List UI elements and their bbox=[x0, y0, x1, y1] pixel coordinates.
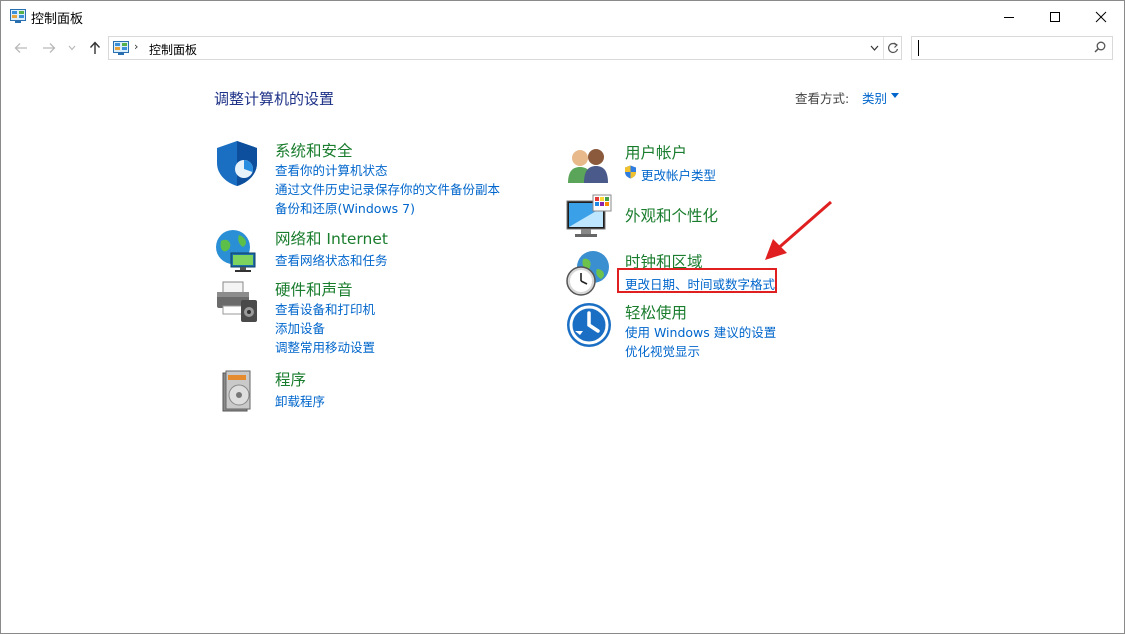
link-backup-restore[interactable]: 备份和还原(Windows 7) bbox=[275, 198, 415, 217]
breadcrumb-separator-icon[interactable]: › bbox=[134, 40, 138, 53]
back-button[interactable] bbox=[11, 39, 31, 57]
users-icon[interactable] bbox=[563, 141, 611, 189]
printer-icon[interactable] bbox=[213, 278, 261, 326]
maximize-button[interactable] bbox=[1032, 1, 1078, 32]
link-network-status[interactable]: 查看网络状态和任务 bbox=[275, 250, 388, 269]
link-optimize-visual-display[interactable]: 优化视觉显示 bbox=[625, 341, 700, 360]
link-change-account-type[interactable]: 更改帐户类型 bbox=[641, 165, 716, 184]
title-bar: 控制面板 bbox=[1, 1, 1124, 32]
address-dropdown-button[interactable] bbox=[866, 37, 882, 59]
navigation-bar: › 控制面板 bbox=[1, 35, 1124, 61]
forward-button[interactable] bbox=[39, 39, 59, 57]
category-title-system-security[interactable]: 系统和安全 bbox=[275, 139, 353, 161]
address-bar[interactable]: › 控制面板 bbox=[108, 36, 902, 60]
link-view-computer-status[interactable]: 查看你的计算机状态 bbox=[275, 160, 388, 179]
page-heading: 调整计算机的设置 bbox=[214, 90, 335, 108]
globe-network-icon[interactable] bbox=[213, 227, 261, 275]
breadcrumb-control-panel[interactable]: 控制面板 bbox=[149, 41, 197, 58]
link-windows-suggested-settings[interactable]: 使用 Windows 建议的设置 bbox=[625, 322, 776, 341]
search-box[interactable] bbox=[911, 36, 1113, 60]
link-uninstall-program[interactable]: 卸载程序 bbox=[275, 391, 325, 410]
view-by-dropdown[interactable]: 类别 bbox=[862, 88, 887, 107]
up-arrow-icon bbox=[89, 41, 101, 54]
control-panel-icon bbox=[113, 41, 129, 55]
annotation-highlight-box bbox=[617, 268, 777, 293]
view-by-caret-icon[interactable] bbox=[891, 93, 899, 98]
link-file-history-backup[interactable]: 通过文件历史记录保存你的文件备份副本 bbox=[275, 179, 500, 198]
close-button[interactable] bbox=[1078, 1, 1124, 32]
link-mobility-settings[interactable]: 调整常用移动设置 bbox=[275, 337, 375, 356]
category-title-ease-of-access[interactable]: 轻松使用 bbox=[625, 301, 687, 323]
forward-arrow-icon bbox=[43, 43, 56, 53]
minimize-icon bbox=[1004, 16, 1014, 18]
category-title-appearance[interactable]: 外观和个性化 bbox=[625, 204, 718, 226]
chevron-down-icon bbox=[870, 45, 878, 51]
search-input[interactable] bbox=[916, 39, 1086, 55]
category-title-programs[interactable]: 程序 bbox=[275, 368, 306, 390]
control-panel-icon bbox=[10, 9, 26, 23]
ease-of-access-icon[interactable] bbox=[565, 301, 613, 349]
category-title-hardware-sound[interactable]: 硬件和声音 bbox=[275, 278, 353, 300]
refresh-button[interactable] bbox=[883, 37, 902, 59]
programs-disk-icon[interactable] bbox=[213, 367, 261, 415]
monitor-palette-icon[interactable] bbox=[565, 193, 613, 241]
maximize-icon bbox=[1050, 11, 1060, 22]
up-button[interactable] bbox=[85, 39, 105, 57]
refresh-icon bbox=[888, 42, 899, 53]
window-title: 控制面板 bbox=[31, 12, 84, 27]
uac-shield-icon bbox=[625, 165, 636, 179]
category-title-network[interactable]: 网络和 Internet bbox=[275, 227, 388, 249]
search-icon[interactable] bbox=[1094, 41, 1106, 53]
view-by-label: 查看方式: bbox=[795, 91, 850, 106]
control-panel-window: 控制面板 › 控制面板 调整计算机的设置 查看方式: 类别 系统和安全 查看你的… bbox=[0, 0, 1125, 634]
close-icon bbox=[1095, 11, 1107, 22]
chevron-down-icon bbox=[68, 45, 76, 51]
link-devices-printers[interactable]: 查看设备和打印机 bbox=[275, 299, 375, 318]
annotation-arrow-icon bbox=[765, 200, 832, 260]
minimize-button[interactable] bbox=[986, 1, 1032, 32]
clock-globe-icon[interactable] bbox=[563, 249, 611, 297]
recent-locations-button[interactable] bbox=[65, 39, 79, 57]
back-arrow-icon bbox=[14, 43, 27, 53]
link-add-device[interactable]: 添加设备 bbox=[275, 318, 325, 337]
category-title-user-accounts[interactable]: 用户帐户 bbox=[625, 141, 687, 163]
shield-icon[interactable] bbox=[213, 139, 261, 187]
